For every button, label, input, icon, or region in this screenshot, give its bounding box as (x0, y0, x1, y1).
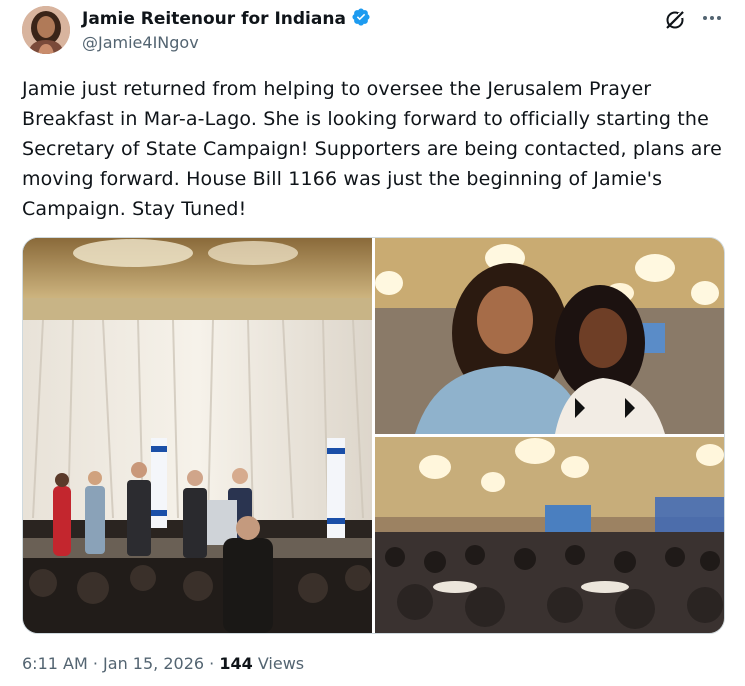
tweet-date[interactable]: Jan 15, 2026 (103, 654, 204, 673)
photo-ballroom[interactable] (375, 437, 724, 633)
photo-stage[interactable] (23, 238, 372, 633)
tweet-text-line: moving forward. House Bill 1166 was just… (22, 168, 663, 190)
grok-icon[interactable] (664, 9, 686, 31)
tweet-text: Jamie just returned from helping to over… (22, 74, 722, 224)
photo-selfie[interactable] (375, 238, 724, 434)
author-name[interactable]: Jamie Reitenour for Indiana (82, 9, 346, 29)
more-icon[interactable] (700, 6, 724, 30)
tweet-text-line: Jamie just returned from helping to over… (22, 78, 652, 100)
verified-badge-icon (351, 7, 371, 31)
views-count: 144 (219, 654, 253, 673)
meta-separator: · (209, 654, 215, 673)
tweet-text-line: Breakfast in Mar-a-Lago. She is looking … (22, 108, 709, 130)
tweet[interactable]: Jamie Reitenour for Indiana @Jamie4INgov… (0, 0, 745, 686)
views-label: Views (257, 654, 305, 673)
tweet-text-line: Campaign. Stay Tuned! (22, 198, 247, 220)
avatar[interactable] (22, 6, 70, 54)
meta-separator: · (92, 654, 98, 673)
tweet-time[interactable]: 6:11 AM (22, 654, 88, 673)
tweet-text-line: Secretary of State Campaign! Supporters … (22, 138, 722, 160)
author-handle[interactable]: @Jamie4INgov (82, 33, 199, 52)
media-grid (22, 237, 725, 634)
tweet-meta: 6:11 AM · Jan 15, 2026 · 144 Views (22, 654, 304, 673)
